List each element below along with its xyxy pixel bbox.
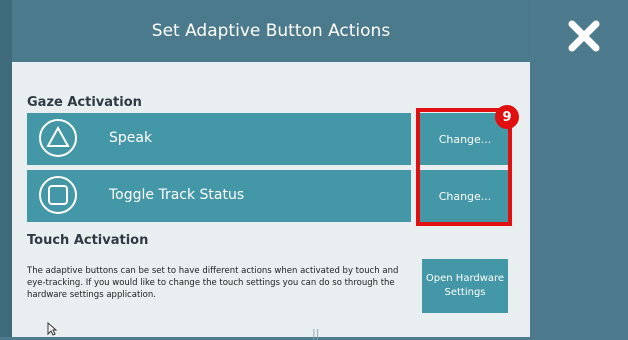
gaze-row-speak: Speak: [27, 113, 411, 165]
callout-badge: 9: [495, 105, 519, 129]
open-hardware-settings-label: Open Hardware Settings: [425, 273, 505, 298]
gaze-row-toggle-track-status: Toggle Track Status: [27, 170, 411, 222]
dialog-frame: Set Adaptive Button Actions Gaze Activat…: [0, 0, 628, 340]
red-callout-box: [416, 108, 512, 226]
touch-description: The adaptive buttons can be set to have …: [27, 266, 399, 300]
gaze-activation-heading: Gaze Activation: [27, 95, 142, 110]
toggle-track-status-label: Toggle Track Status: [109, 187, 245, 203]
dialog-header: Set Adaptive Button Actions: [12, 0, 530, 62]
speak-label: Speak: [109, 130, 153, 146]
square-icon: [39, 176, 77, 214]
open-hardware-settings-button[interactable]: Open Hardware Settings: [422, 259, 508, 313]
dialog-title: Set Adaptive Button Actions: [151, 21, 391, 41]
touch-activation-heading: Touch Activation: [27, 233, 149, 248]
mouse-cursor-icon: [47, 321, 58, 340]
triangle-icon: [39, 119, 77, 157]
close-icon[interactable]: [566, 18, 602, 54]
scroll-indicator: ||: [312, 327, 320, 340]
left-edge: [0, 0, 12, 337]
